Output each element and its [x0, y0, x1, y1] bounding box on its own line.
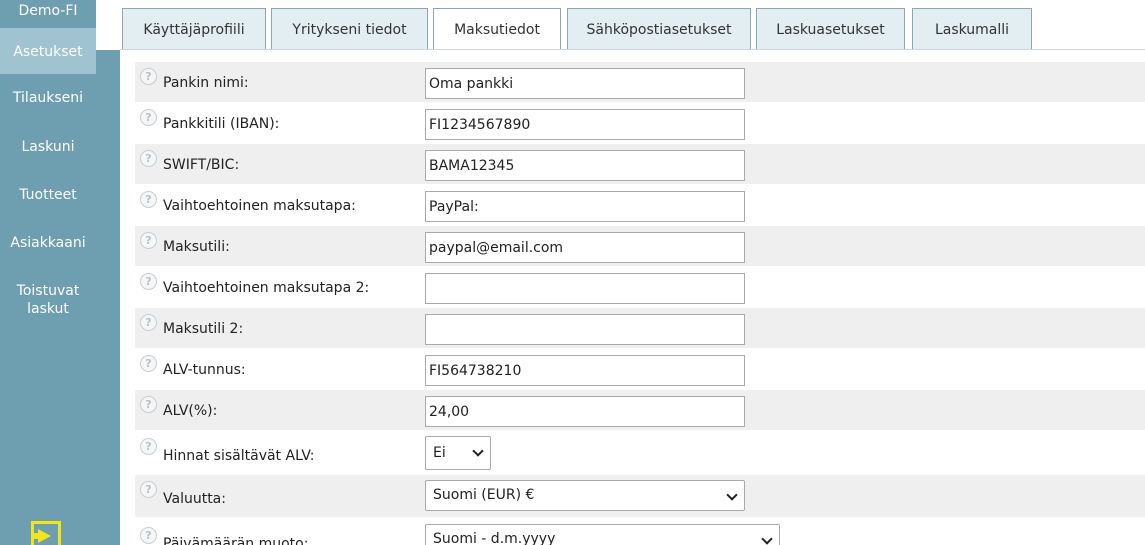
- help-icon[interactable]: ?: [140, 68, 157, 85]
- payment-account-2-label: Maksutili 2:: [163, 321, 244, 337]
- tab-email-settings[interactable]: Sähköpostiasetukset: [567, 8, 751, 49]
- swift-label: SWIFT/BIC:: [163, 157, 240, 173]
- sidebar-item-orders[interactable]: Tilaukseni: [0, 74, 96, 123]
- alt-payment-2-label: Vaihtoehtoinen maksutapa 2:: [163, 280, 370, 296]
- form-row-alt-payment: ? Vaihtoehtoinen maksutapa:: [135, 185, 1145, 225]
- help-icon[interactable]: ?: [140, 273, 157, 290]
- help-icon[interactable]: ?: [140, 191, 157, 208]
- help-icon[interactable]: ?: [140, 527, 157, 544]
- help-icon[interactable]: ?: [140, 232, 157, 249]
- exit-arrow-head: [38, 529, 51, 543]
- payment-account-input[interactable]: [425, 232, 745, 263]
- vat-id-input[interactable]: [425, 355, 745, 386]
- payment-account-label: Maksutili:: [163, 239, 230, 255]
- form-row-bank-name: ? Pankin nimi:: [135, 62, 1145, 102]
- tab-payment-info[interactable]: Maksutiedot: [433, 8, 561, 49]
- swift-input[interactable]: [425, 150, 745, 181]
- help-icon[interactable]: ?: [140, 438, 157, 455]
- help-icon[interactable]: ?: [140, 314, 157, 331]
- form-row-vat-id: ? ALV-tunnus:: [135, 349, 1145, 389]
- help-icon[interactable]: ?: [140, 396, 157, 413]
- chevron-down-icon: [761, 533, 773, 545]
- exit-icon[interactable]: [31, 521, 61, 545]
- help-icon[interactable]: ?: [140, 150, 157, 167]
- brand-name[interactable]: Demo-FI: [0, 0, 96, 28]
- sidebar-item-settings[interactable]: Asetukset: [0, 28, 96, 74]
- chevron-down-icon: [726, 489, 738, 501]
- form-row-payment-account-2: ? Maksutili 2:: [135, 308, 1145, 348]
- form-row-currency: ? Valuutta: Suomi (EUR) €: [135, 475, 1145, 517]
- form-row-vat-percent: ? ALV(%):: [135, 390, 1145, 430]
- date-format-label: Päivämäärän muoto:: [163, 536, 309, 545]
- form-row-vat-included: ? Hinnat sisältävät ALV: Ei: [135, 432, 1145, 475]
- sidebar-item-invoices[interactable]: Laskuni: [0, 123, 96, 171]
- date-format-select[interactable]: Suomi - d.m.yyyy: [425, 524, 780, 545]
- form-row-iban: ? Pankkitili (IBAN):: [135, 103, 1145, 143]
- tab-invoice-template[interactable]: Laskumalli: [912, 8, 1032, 49]
- form-row-swift: ? SWIFT/BIC:: [135, 144, 1145, 184]
- sidebar-item-customers[interactable]: Asiakkaani: [0, 219, 96, 267]
- bank-name-input[interactable]: [425, 68, 745, 99]
- vat-id-label: ALV-tunnus:: [163, 362, 246, 378]
- bank-name-label: Pankin nimi:: [163, 75, 249, 91]
- vat-percent-input[interactable]: [425, 396, 745, 427]
- vat-included-value: Ei: [433, 445, 446, 461]
- alt-payment-label: Vaihtoehtoinen maksutapa:: [163, 198, 356, 214]
- currency-label: Valuutta:: [163, 491, 226, 507]
- vat-included-label: Hinnat sisältävät ALV:: [163, 448, 315, 464]
- tab-company-info[interactable]: Yritykseni tiedot: [271, 8, 428, 49]
- currency-value: Suomi (EUR) €: [433, 487, 535, 503]
- form-row-payment-account: ? Maksutili:: [135, 226, 1145, 266]
- alt-payment-input[interactable]: [425, 191, 745, 222]
- payment-account-2-input[interactable]: [425, 314, 745, 345]
- iban-label: Pankkitili (IBAN):: [163, 116, 280, 132]
- vat-included-select[interactable]: Ei: [425, 436, 491, 470]
- date-format-value: Suomi - d.m.yyyy: [433, 531, 556, 545]
- tab-invoice-settings[interactable]: Laskuasetukset: [756, 8, 905, 49]
- vat-percent-label: ALV(%):: [163, 403, 218, 419]
- alt-payment-2-input[interactable]: [425, 273, 745, 304]
- chevron-down-icon: [472, 445, 484, 457]
- payment-settings-form: ? Pankin nimi: ? Pankkitili (IBAN): ? SW…: [120, 49, 1145, 545]
- sidebar-item-recurring-invoices[interactable]: Toistuvat laskut: [0, 267, 96, 333]
- currency-select[interactable]: Suomi (EUR) €: [425, 480, 745, 511]
- sidebar: Demo-FI Asetukset Tilaukseni Laskuni Tuo…: [0, 0, 96, 545]
- sidebar-item-products[interactable]: Tuotteet: [0, 171, 96, 219]
- main-area: Käyttäjäprofiili Yritykseni tiedot Maksu…: [96, 0, 1145, 545]
- help-icon[interactable]: ?: [140, 109, 157, 126]
- tab-user-profile[interactable]: Käyttäjäprofiili: [122, 8, 266, 49]
- help-icon[interactable]: ?: [140, 355, 157, 372]
- tabs-bar: Käyttäjäprofiili Yritykseni tiedot Maksu…: [96, 0, 1145, 50]
- iban-input[interactable]: [425, 109, 745, 140]
- help-icon[interactable]: ?: [140, 481, 157, 498]
- form-row-date-format: ? Päivämäärän muoto: Suomi - d.m.yyyy: [135, 517, 1145, 545]
- form-row-alt-payment-2: ? Vaihtoehtoinen maksutapa 2:: [135, 267, 1145, 307]
